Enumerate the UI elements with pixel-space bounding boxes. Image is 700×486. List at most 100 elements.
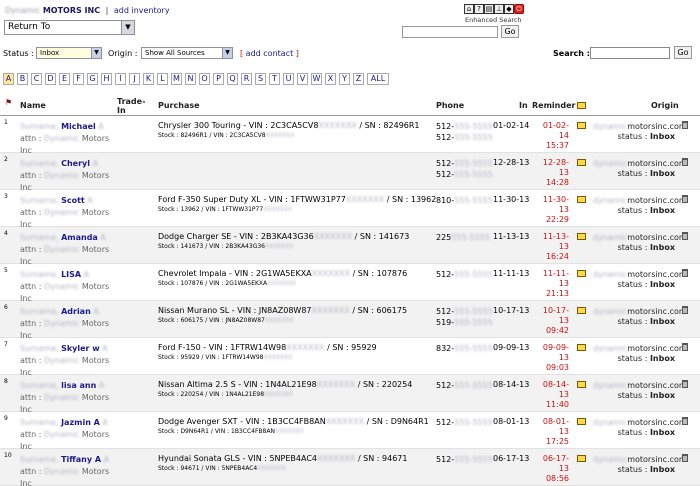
contact-first-name[interactable]: Adrian — [61, 307, 91, 316]
mail-icon[interactable] — [577, 418, 586, 425]
reminder-cell[interactable]: 10-17-13 09:42 — [533, 306, 569, 336]
trash-icon[interactable] — [682, 195, 688, 203]
table-row[interactable]: 3 Surname, Scott A attn : Dynamic Motors… — [0, 190, 700, 229]
contact-first-name[interactable]: Jazmin A — [61, 418, 100, 427]
letter-filter-t[interactable]: T — [269, 73, 280, 85]
mail-icon[interactable] — [577, 122, 586, 129]
letter-filter-o[interactable]: O — [199, 73, 210, 85]
letter-filter-u[interactable]: U — [283, 73, 294, 85]
letter-filter-d[interactable]: D — [45, 73, 56, 85]
letter-filter-s[interactable]: S — [255, 73, 266, 85]
reminder-cell[interactable]: 08-14-13 11:40 — [533, 380, 569, 410]
hierarchy-icon[interactable]: ⊥ — [494, 4, 504, 14]
mail-icon[interactable] — [577, 270, 586, 277]
trash-icon[interactable] — [682, 232, 688, 240]
mail-icon[interactable] — [577, 307, 586, 314]
contact-first-name[interactable]: Tiffany A — [61, 455, 101, 464]
letter-filter-h[interactable]: H — [101, 73, 112, 85]
letter-filter-j[interactable]: J — [129, 73, 140, 85]
contact-first-name[interactable]: Cheryl — [61, 159, 90, 168]
mail-icon[interactable] — [577, 381, 586, 388]
add-inventory-link[interactable]: add inventory — [114, 6, 170, 15]
contact-first-name[interactable]: Michael — [61, 122, 96, 131]
letter-filter-n[interactable]: N — [185, 73, 196, 85]
trash-icon[interactable] — [682, 306, 688, 314]
trash-icon[interactable] — [682, 343, 688, 351]
letter-filter-all[interactable]: ALL — [367, 73, 389, 85]
table-row[interactable]: 5 Surname, LISA A attn : Dynamic Motors … — [0, 264, 700, 303]
trash-icon[interactable] — [682, 417, 688, 425]
letter-filter-y[interactable]: Y — [339, 73, 350, 85]
col-purchase[interactable]: Purchase — [158, 101, 200, 110]
home-icon[interactable]: ⌂ — [464, 4, 474, 14]
contact-first-name[interactable]: Scott — [61, 196, 85, 205]
letter-filter-l[interactable]: L — [157, 73, 168, 85]
power-icon[interactable]: ⏻ — [514, 4, 524, 14]
contact-first-name[interactable]: lisa ann — [61, 381, 96, 390]
contact-first-name[interactable]: LISA — [61, 270, 81, 279]
col-trade-in[interactable]: Trade-In — [117, 97, 147, 115]
reminder-cell[interactable]: 11-13-13 16:24 — [533, 232, 569, 262]
letter-filter-c[interactable]: C — [31, 73, 42, 85]
origin-select[interactable]: Show All Sources ▼ — [141, 47, 233, 59]
letter-filter-p[interactable]: P — [213, 73, 224, 85]
print-icon[interactable]: ▤ — [484, 4, 494, 14]
reminder-cell[interactable]: 11-30-13 22:29 — [533, 195, 569, 225]
table-row[interactable]: 9 Surname, Jazmin A A attn : Dynamic Mot… — [0, 412, 700, 451]
mail-icon[interactable] — [577, 344, 586, 351]
letter-filter-v[interactable]: V — [297, 73, 308, 85]
table-row[interactable]: 8 Surname, lisa ann A attn : Dynamic Mot… — [0, 375, 700, 414]
mail-icon[interactable] — [577, 159, 586, 166]
contact-first-name[interactable]: Amanda — [61, 233, 98, 242]
letter-filter-m[interactable]: M — [171, 73, 182, 85]
letter-filter-r[interactable]: R — [241, 73, 252, 85]
contact-first-name[interactable]: Skyler w — [61, 344, 100, 353]
table-row[interactable]: 10 Surname, Tiffany A A attn : Dynamic M… — [0, 449, 700, 486]
status-select[interactable]: Inbox ▼ — [36, 47, 102, 59]
mail-icon[interactable] — [577, 196, 586, 203]
col-name[interactable]: Name — [20, 101, 46, 110]
trash-icon[interactable] — [682, 121, 688, 129]
trash-icon[interactable] — [682, 454, 688, 462]
col-origin[interactable]: Origin — [651, 101, 679, 110]
col-in[interactable]: In — [519, 101, 528, 110]
col-phone[interactable]: Phone — [436, 101, 464, 110]
reminder-cell[interactable]: 11-11-13 21:13 — [533, 269, 569, 299]
letter-filter-g[interactable]: G — [87, 73, 98, 85]
enhanced-search-go-button[interactable]: Go — [501, 25, 519, 38]
letter-filter-z[interactable]: Z — [353, 73, 364, 85]
letter-filter-e[interactable]: E — [59, 73, 70, 85]
letter-filter-w[interactable]: W — [311, 73, 322, 85]
trash-icon[interactable] — [682, 269, 688, 277]
letter-filter-f[interactable]: F — [73, 73, 84, 85]
trash-icon[interactable] — [682, 380, 688, 388]
search-go-button[interactable]: Go — [674, 46, 692, 59]
add-contact-link[interactable]: add contact — [246, 49, 294, 58]
table-row[interactable]: 1 Surname, Michael A attn : Dynamic Moto… — [0, 116, 700, 155]
letter-filter-b[interactable]: B — [17, 73, 28, 85]
trash-icon[interactable] — [682, 158, 688, 166]
search-input[interactable] — [590, 47, 670, 59]
table-row[interactable]: 6 Surname, Adrian A attn : Dynamic Motor… — [0, 301, 700, 340]
letter-filter-q[interactable]: Q — [227, 73, 238, 85]
reminder-cell[interactable]: 06-17-13 08:56 — [533, 454, 569, 484]
letter-filter-i[interactable]: I — [115, 73, 126, 85]
reminder-cell[interactable]: 08-01-13 17:25 — [533, 417, 569, 447]
mail-icon[interactable] — [577, 455, 586, 462]
table-row[interactable]: 2 Surname, Cheryl A attn : Dynamic Motor… — [0, 153, 700, 192]
reminder-cell[interactable]: 01-02-14 15:37 — [533, 121, 569, 151]
return-to-select[interactable]: Return To ▼ — [4, 20, 135, 35]
reminder-cell[interactable]: 09-09-13 09:03 — [533, 343, 569, 373]
enhanced-search-input[interactable] — [402, 26, 498, 38]
table-row[interactable]: 4 Surname, Amanda A attn : Dynamic Motor… — [0, 227, 700, 266]
table-row[interactable]: 7 Surname, Skyler w A attn : Dynamic Mot… — [0, 338, 700, 377]
letter-filter-x[interactable]: X — [325, 73, 336, 85]
help-icon[interactable]: ? — [474, 4, 484, 14]
letter-filter-k[interactable]: K — [143, 73, 154, 85]
col-reminder[interactable]: Reminder — [532, 101, 575, 110]
letter-filter-a[interactable]: A — [3, 73, 14, 85]
flag-icon[interactable]: ⚑ — [5, 98, 12, 107]
inventory-icon[interactable]: ◆ — [504, 4, 514, 14]
reminder-cell[interactable]: 12-28-13 14:28 — [533, 158, 569, 188]
mail-icon[interactable] — [577, 233, 586, 240]
